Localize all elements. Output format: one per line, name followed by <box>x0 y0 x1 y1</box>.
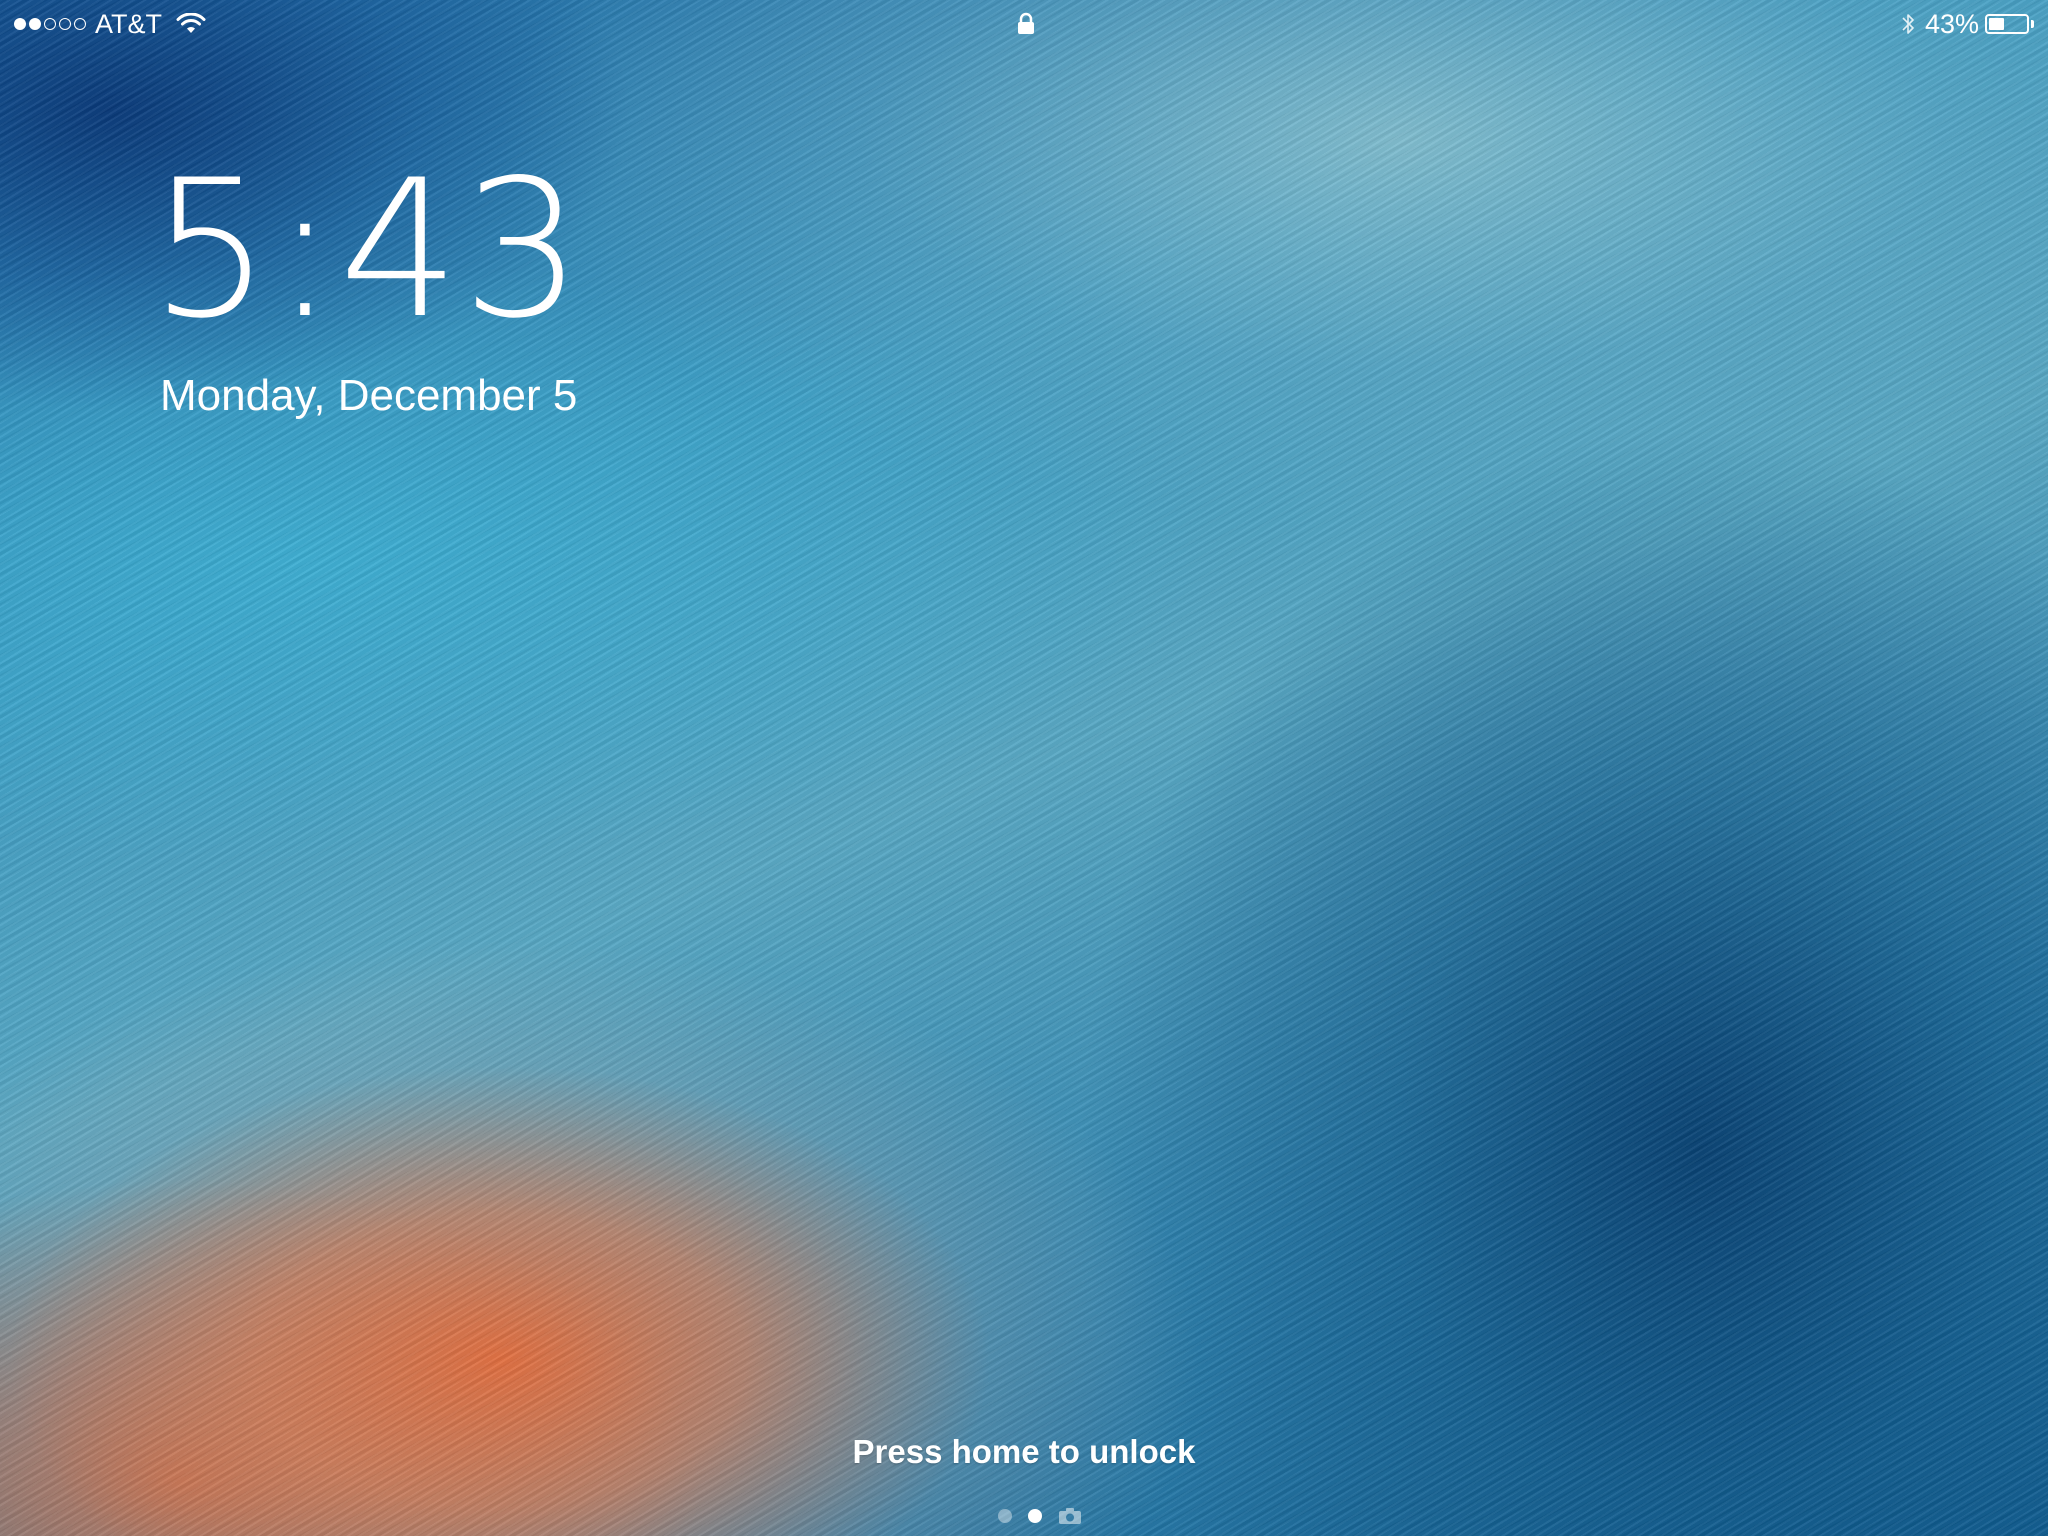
camera-icon[interactable] <box>1058 1507 1082 1525</box>
bluetooth-icon <box>1902 14 1914 34</box>
battery-icon <box>1985 14 2029 34</box>
lock-screen: AT&T 43% 5:43 Monday, December 5 Press h… <box>0 0 2048 1536</box>
wifi-icon <box>176 13 206 33</box>
battery-cap <box>2031 20 2034 28</box>
lock-icon <box>1018 12 1034 34</box>
signal-dot <box>74 18 86 30</box>
lock-screen-time: 5:43 <box>150 139 585 360</box>
signal-dot <box>29 18 41 30</box>
battery-percentage: 43% <box>1924 9 1979 39</box>
signal-dot <box>14 18 26 30</box>
unlock-hint: Press home to unlock <box>852 1433 1196 1470</box>
status-left: AT&T <box>14 0 206 48</box>
page-dot-1[interactable] <box>998 1509 1012 1523</box>
page-dot-2[interactable] <box>1028 1509 1042 1523</box>
signal-strength <box>14 18 89 30</box>
lock-screen-date: Monday, December 5 <box>160 371 578 420</box>
signal-dot <box>59 18 71 30</box>
signal-dot <box>44 18 56 30</box>
page-indicators[interactable] <box>0 1504 2048 1528</box>
battery-level-fill <box>1989 18 2005 30</box>
status-right: 43% <box>1901 0 2034 48</box>
carrier-label: AT&T <box>95 9 162 39</box>
status-bar: AT&T 43% <box>0 0 2048 48</box>
